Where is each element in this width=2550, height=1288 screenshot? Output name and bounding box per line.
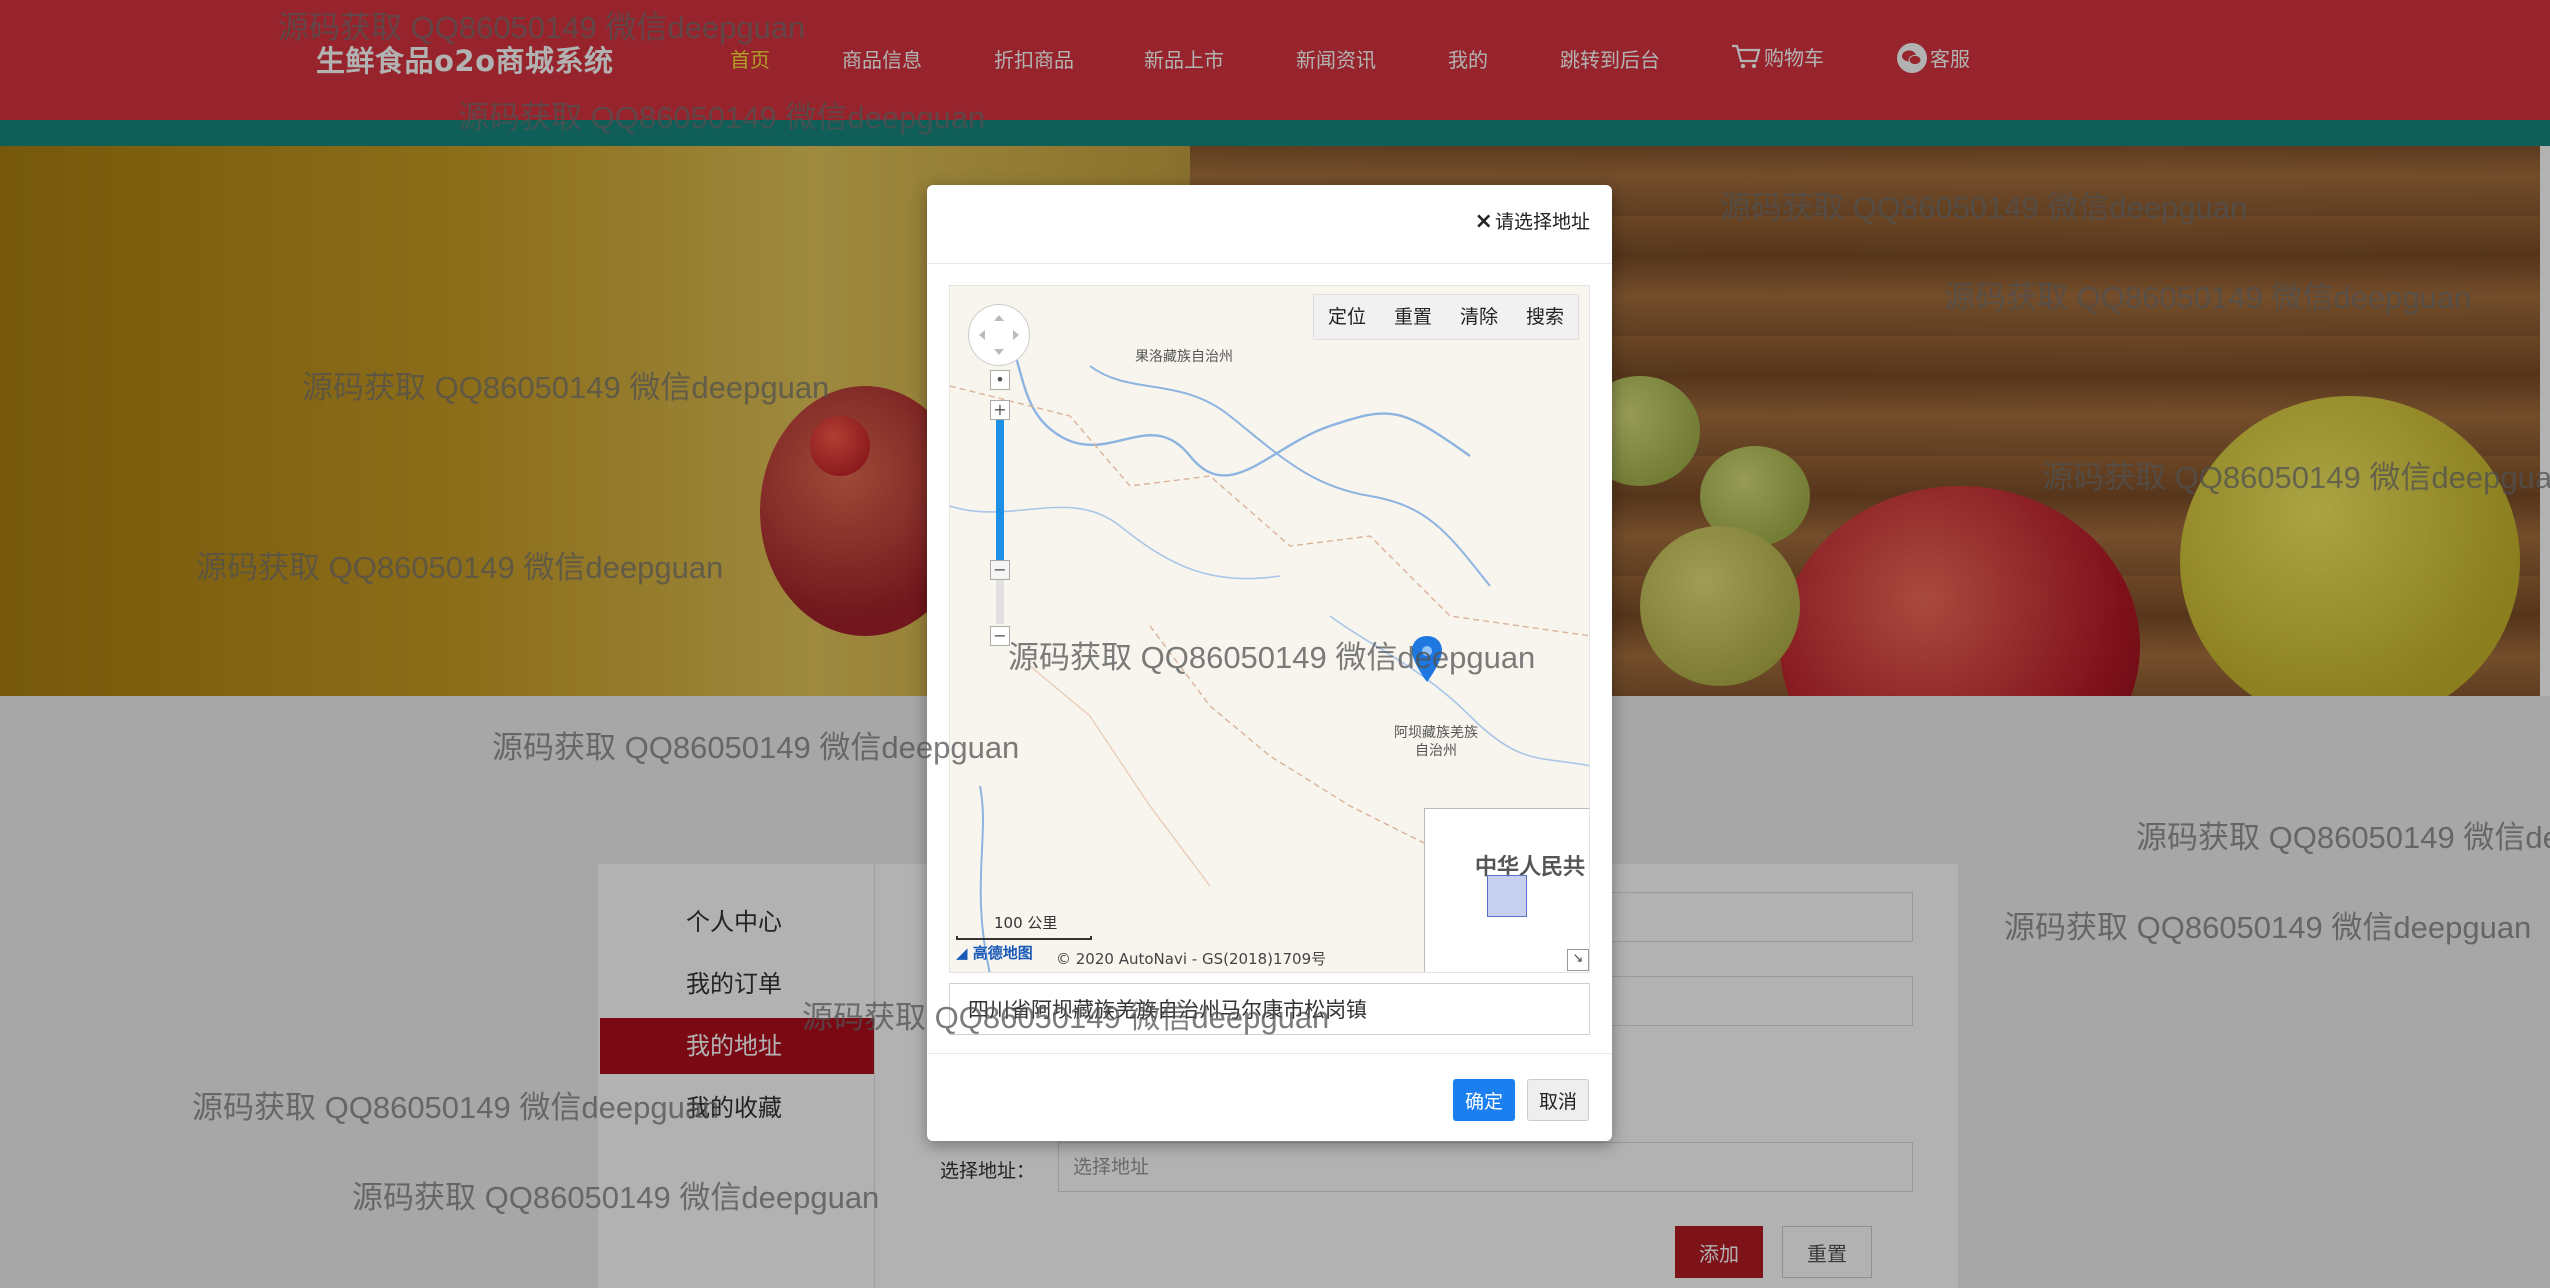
map-search-button[interactable]: 搜索 [1512, 295, 1578, 339]
zoom-handle[interactable]: − [990, 560, 1010, 580]
modal-footer-divider [927, 1053, 1612, 1054]
map-locate-button[interactable]: 定位 [1314, 295, 1380, 339]
cancel-button[interactable]: 取消 [1527, 1079, 1589, 1121]
map-label-aba: 阿坝藏族羌族自治州 [1394, 725, 1478, 759]
close-icon[interactable]: × [1475, 209, 1493, 234]
pan-arrows-icon [979, 315, 1019, 355]
map-clear-button[interactable]: 清除 [1446, 295, 1512, 339]
modal-header-divider [927, 263, 1612, 264]
zoom-slider[interactable] [996, 404, 1004, 624]
address-picker-modal: × 请选择地址 • + − − 定位 重置 清除 搜索 果洛藏族自治州 阿坝藏族… [927, 185, 1612, 1141]
minimap-viewport[interactable] [1487, 875, 1527, 917]
minimap-toggle-icon[interactable]: ↘ [1567, 949, 1589, 971]
map-view[interactable]: • + − − 定位 重置 清除 搜索 果洛藏族自治州 阿坝藏族羌族自治州 中华… [949, 285, 1590, 973]
map-provider-name: 高德地图 [972, 944, 1033, 962]
amap-logo-icon: ◢ [956, 944, 968, 962]
modal-title: × 请选择地址 [1475, 207, 1590, 234]
map-label-golog: 果洛藏族自治州 [1135, 349, 1233, 365]
map-reset-button[interactable]: 重置 [1380, 295, 1446, 339]
map-marker-icon[interactable] [1412, 636, 1442, 682]
map-pan-control[interactable] [968, 304, 1030, 366]
confirm-button[interactable]: 确定 [1453, 1079, 1515, 1121]
zoom-slider-fill [996, 404, 1004, 564]
map-overview[interactable]: 中华人民共 ↘ [1424, 808, 1589, 972]
map-toolbar: 定位 重置 清除 搜索 [1312, 294, 1579, 340]
zoom-out-button[interactable]: − [990, 626, 1010, 646]
map-provider-logo: ◢ 高德地图 [956, 942, 1033, 963]
map-scale-label: 100 公里 [994, 914, 1058, 932]
zoom-locate-button[interactable]: • [990, 370, 1010, 390]
modal-title-text: 请选择地址 [1494, 211, 1590, 233]
map-scale-bar [956, 936, 1092, 940]
address-input[interactable] [949, 983, 1590, 1035]
zoom-in-button[interactable]: + [990, 400, 1010, 420]
map-copyright: © 2020 AutoNavi - GS(2018)1709号 [1056, 950, 1327, 968]
